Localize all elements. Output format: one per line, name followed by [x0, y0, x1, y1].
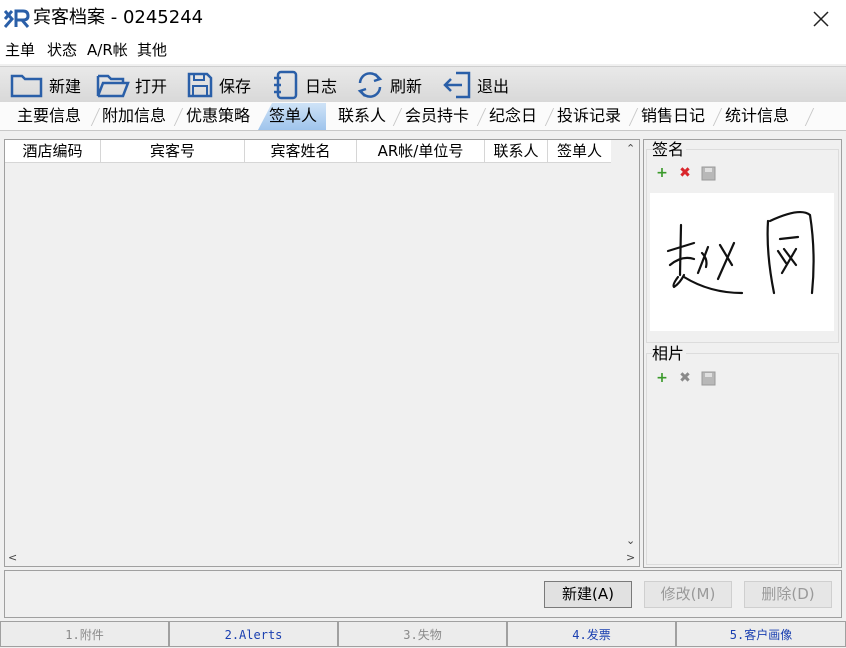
close-icon[interactable] [807, 6, 835, 32]
open-label: 打开 [135, 77, 168, 96]
save-label: 保存 [219, 77, 252, 96]
tab-signer[interactable]: 签单人 [269, 106, 317, 126]
tab-divider [628, 108, 639, 126]
column-contact[interactable]: 联系人 [485, 140, 548, 162]
app-logo-icon [4, 9, 30, 28]
save-photo-icon[interactable] [701, 371, 716, 386]
bottom-tab-lost-items[interactable]: 3.失物 [338, 621, 507, 647]
menu-bar: 主单 状态 A/R帐 其他 [0, 38, 846, 64]
delete-photo-icon[interactable]: ✖ [678, 371, 692, 385]
scroll-left-icon[interactable]: < [8, 551, 17, 564]
signer-grid[interactable] [4, 139, 640, 567]
tab-divider [90, 108, 101, 126]
scroll-right-icon[interactable]: > [626, 551, 635, 564]
tab-divider [476, 108, 487, 126]
log-button[interactable]: 日志 [272, 69, 337, 101]
tab-member-card[interactable]: 会员持卡 [405, 106, 469, 126]
column-guest-no[interactable]: 宾客号 [101, 140, 245, 162]
refresh-button[interactable]: 刷新 [355, 69, 422, 101]
tab-bar: 主要信息 附加信息 优惠策略 签单人 联系人 会员持卡 纪念日 投诉记录 销售日… [0, 102, 846, 233]
tab-divider [392, 108, 403, 126]
add-photo-icon[interactable]: + [655, 371, 669, 385]
tab-statistics[interactable]: 统计信息 [725, 106, 789, 126]
menu-status[interactable]: 状态 [47, 40, 77, 60]
tab-sales-diary[interactable]: 销售日记 [641, 106, 705, 126]
tab-main-info[interactable]: 主要信息 [17, 106, 81, 126]
column-ar-account[interactable]: AR帐/单位号 [357, 140, 485, 162]
log-label: 日志 [305, 77, 338, 96]
tab-anniversary[interactable]: 纪念日 [489, 106, 537, 126]
delete-signature-icon[interactable]: ✖ [678, 166, 692, 180]
add-signature-icon[interactable]: + [655, 166, 669, 180]
menu-other[interactable]: 其他 [137, 40, 167, 60]
exit-icon [443, 71, 471, 99]
vertical-scrollbar[interactable]: ⌃ ⌄ [622, 140, 639, 550]
bottom-tab-invoice[interactable]: 4.发票 [507, 621, 676, 647]
window-title: 宾客档案 - 0245244 [33, 7, 204, 28]
bottom-tab-bar: 1.附件 2.Alerts 3.失物 4.发票 5.客户画像 [0, 621, 846, 648]
signature-image [650, 193, 834, 331]
notebook-icon [274, 70, 298, 100]
new-button[interactable]: 新建 [10, 69, 81, 101]
save-disk-icon [187, 72, 213, 98]
tab-divider [173, 108, 184, 126]
bottom-tab-customer-profile[interactable]: 5.客户画像 [676, 621, 846, 647]
open-folder-icon [96, 74, 130, 98]
new-record-button[interactable]: 新建(A) [544, 581, 632, 608]
toolbar: 新建 打开 保存 日志 刷新 退出 [0, 66, 846, 103]
new-label: 新建 [49, 77, 82, 96]
tab-divider [804, 108, 815, 126]
save-button[interactable]: 保存 [186, 69, 251, 101]
tab-complaints[interactable]: 投诉记录 [557, 106, 621, 126]
exit-button[interactable]: 退出 [442, 69, 509, 101]
refresh-label: 刷新 [390, 77, 423, 96]
tab-divider [544, 108, 555, 126]
tab-extra-info[interactable]: 附加信息 [102, 106, 166, 126]
exit-label: 退出 [477, 77, 510, 96]
photo-label: 相片 [652, 344, 687, 364]
scroll-up-icon[interactable]: ⌃ [626, 142, 635, 155]
save-signature-icon[interactable] [701, 166, 716, 181]
tab-discount-policy[interactable]: 优惠策略 [186, 106, 250, 126]
photo-group [646, 353, 839, 565]
horizontal-scrollbar[interactable]: < > [5, 550, 639, 566]
column-hotel-code[interactable]: 酒店编码 [5, 140, 101, 162]
menu-main[interactable]: 主单 [5, 40, 35, 60]
tab-contact[interactable]: 联系人 [338, 106, 386, 126]
grid-header: 酒店编码 宾客号 宾客姓名 AR帐/单位号 联系人 签单人 [5, 140, 611, 163]
bottom-tab-attachments[interactable]: 1.附件 [0, 621, 169, 647]
refresh-icon [357, 72, 383, 98]
signature-label: 签名 [652, 140, 687, 160]
delete-record-button[interactable]: 删除(D) [744, 581, 832, 608]
new-folder-icon [10, 74, 43, 98]
tab-divider [712, 108, 723, 126]
column-signer[interactable]: 签单人 [548, 140, 611, 162]
scroll-down-icon[interactable]: ⌄ [626, 534, 635, 547]
bottom-tab-alerts[interactable]: 2.Alerts [169, 621, 338, 647]
open-button[interactable]: 打开 [96, 69, 167, 101]
column-guest-name[interactable]: 宾客姓名 [245, 140, 357, 162]
menu-ar-account[interactable]: A/R帐 [87, 40, 128, 60]
edit-record-button[interactable]: 修改(M) [644, 581, 732, 608]
